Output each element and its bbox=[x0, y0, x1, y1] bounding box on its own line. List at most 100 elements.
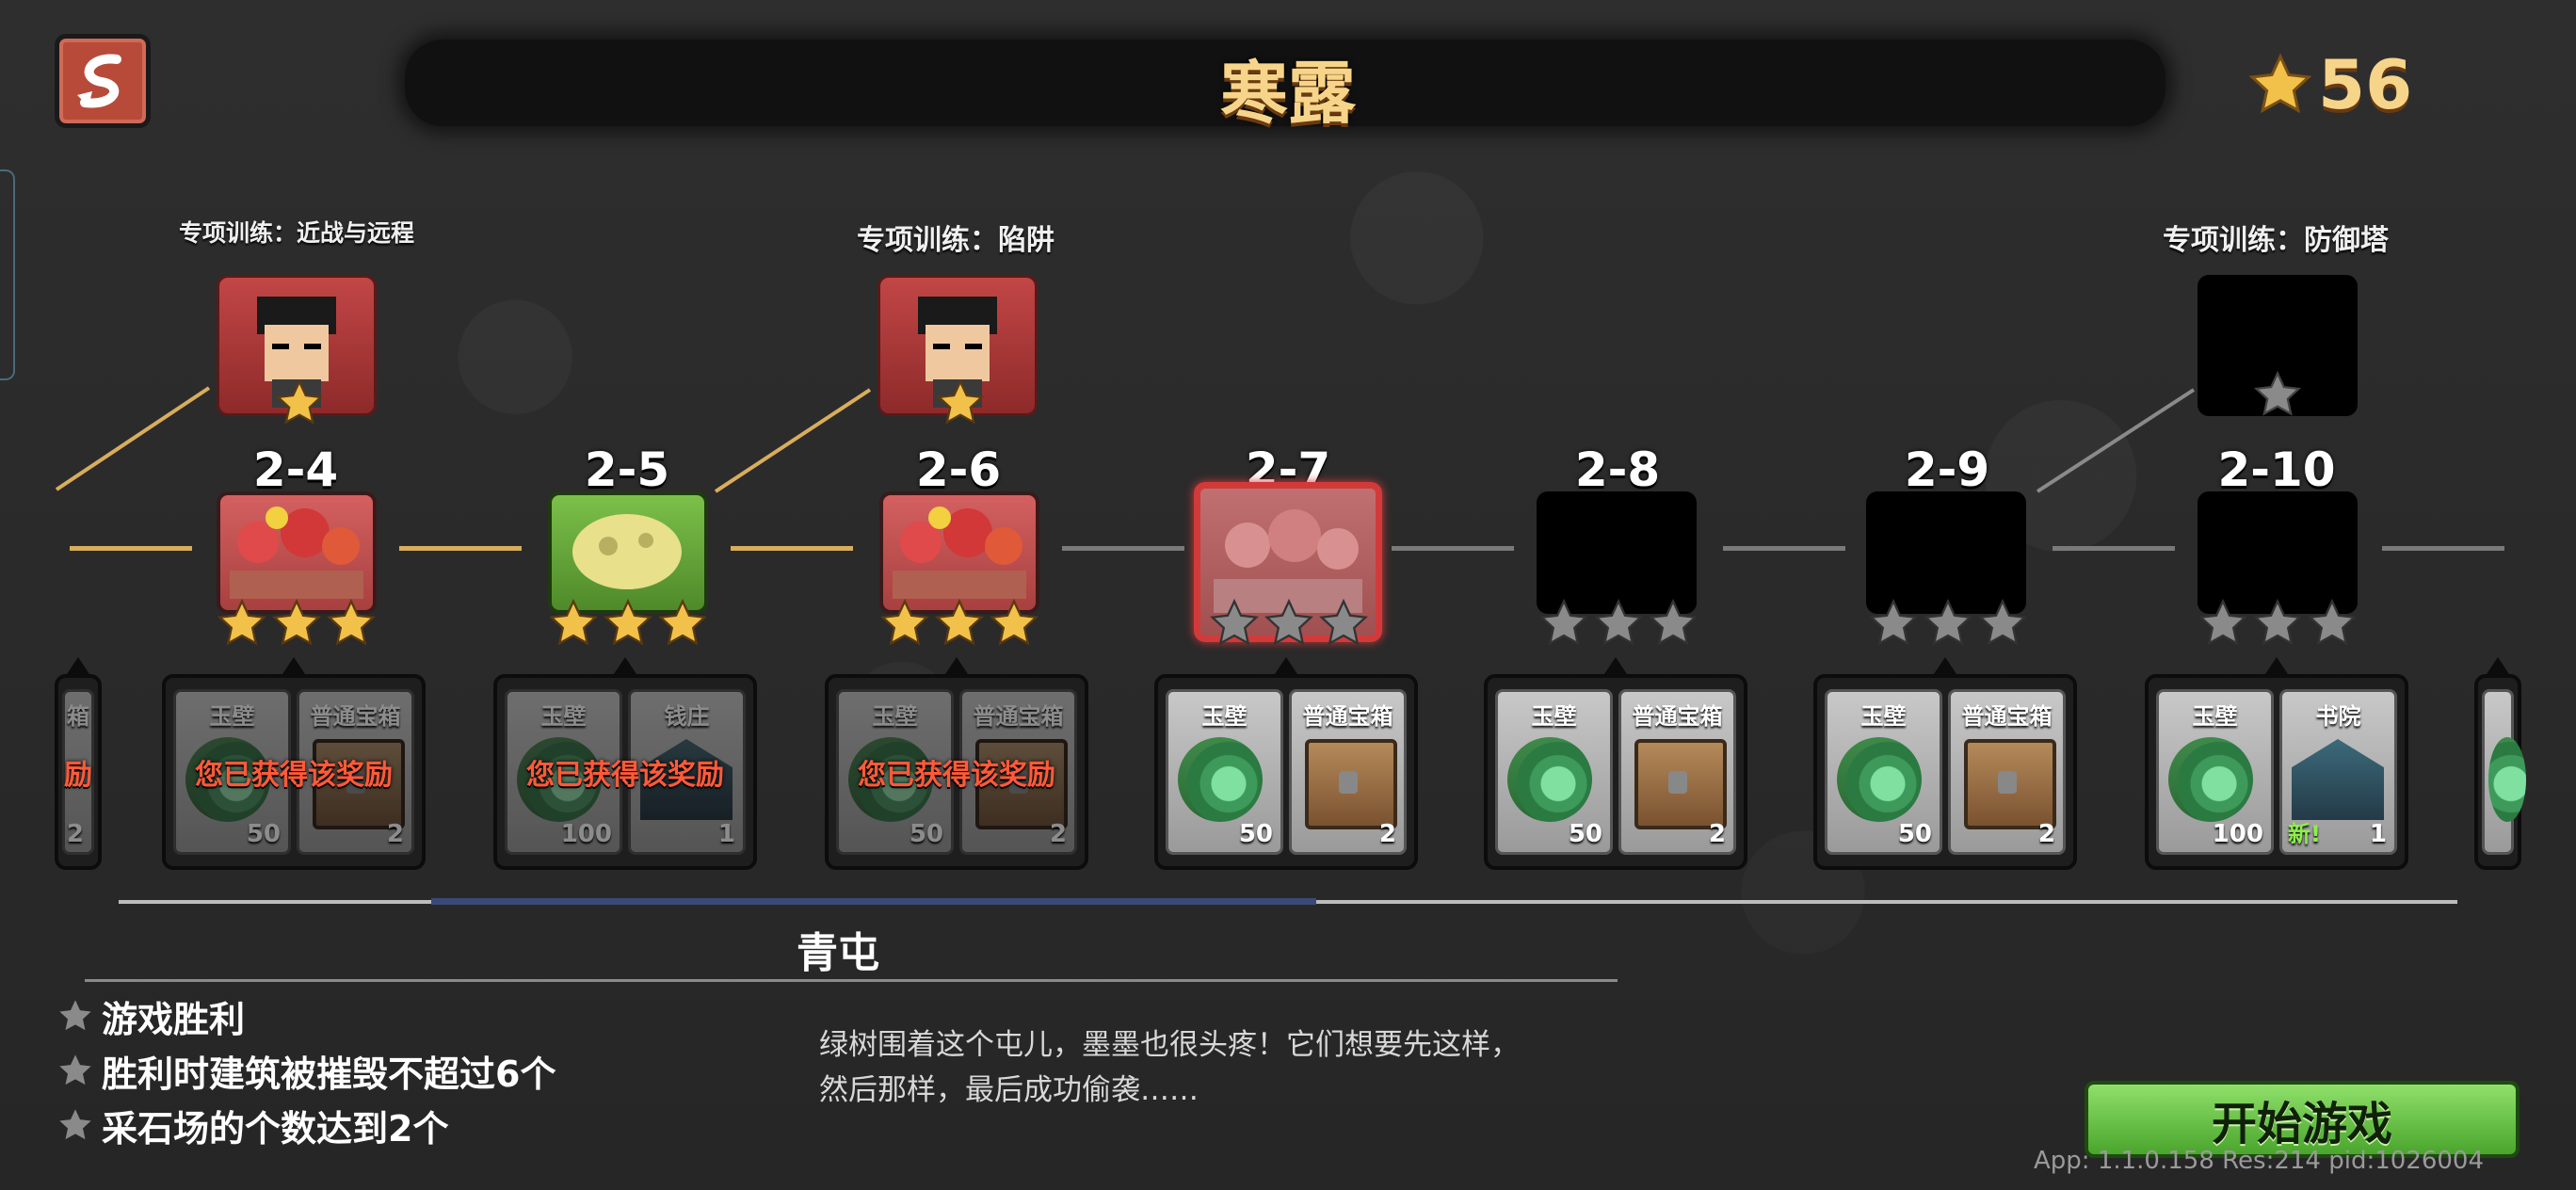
star-icon bbox=[275, 378, 324, 425]
objective-text: 采石场的个数达到2个 bbox=[102, 1107, 449, 1150]
star-gray-icon bbox=[1319, 598, 1368, 646]
reward-box-2-9[interactable]: 玉壁 50 普通宝箱 2 bbox=[1813, 657, 2077, 870]
academy-building-icon bbox=[2292, 739, 2384, 820]
objective-item: 胜利时建筑被摧毁不超过6个 bbox=[56, 1043, 555, 1098]
objective-text: 游戏胜利 bbox=[102, 998, 246, 1040]
training-node-trap[interactable] bbox=[877, 275, 1038, 425]
star-icon bbox=[272, 598, 321, 646]
reward-qty: 2 bbox=[1378, 820, 1396, 848]
level-number: 2-9 bbox=[1904, 442, 1990, 497]
reward-qty: 2 bbox=[1708, 820, 1726, 848]
jade-coin-icon bbox=[1837, 737, 1922, 822]
star-gray-icon bbox=[59, 1054, 91, 1085]
star-gray-icon bbox=[59, 1109, 91, 1140]
reward-label: 玉壁 bbox=[1860, 703, 1907, 730]
level-number: 2-8 bbox=[1574, 442, 1661, 497]
reward-slot-chest: 普通宝箱 2 bbox=[1618, 689, 1736, 855]
reward-label: 箱 bbox=[67, 703, 89, 730]
level-number: 2-10 bbox=[2217, 442, 2336, 497]
reward-qty: 50 bbox=[1238, 820, 1273, 848]
reward-slot-jade bbox=[2482, 689, 2526, 855]
reward-box-2-5[interactable]: 玉壁 100 钱庄 1 您已获得该奖励 bbox=[493, 657, 757, 870]
level-stars-2-9 bbox=[1859, 597, 2037, 648]
reward-box-partial-right[interactable] bbox=[2474, 657, 2526, 870]
star-gray-icon bbox=[1210, 598, 1259, 646]
reward-slot-jade: 玉壁 50 bbox=[1825, 689, 1942, 855]
reward-label: 玉壁 bbox=[1531, 703, 1577, 730]
star-gray-icon bbox=[2253, 370, 2302, 416]
training-node-melee[interactable] bbox=[217, 275, 377, 425]
reward-qty: 2 bbox=[1049, 820, 1067, 848]
star-gray-icon bbox=[2308, 598, 2357, 646]
star-icon bbox=[935, 598, 984, 646]
reward-qty: 1 bbox=[717, 820, 735, 848]
reward-label: 玉壁 bbox=[1201, 703, 1248, 730]
reward-slot-chest: 普通宝箱 2 bbox=[1948, 689, 2066, 855]
reward-box-2-6[interactable]: 玉壁 50 普通宝箱 2 您已获得该奖励 bbox=[825, 657, 1088, 870]
reward-slot-chest: 普通宝箱 2 bbox=[1289, 689, 1407, 855]
reward-box-2-4[interactable]: 玉壁 50 普通宝箱 2 您已获得该奖励 bbox=[162, 657, 426, 870]
reward-qty: 1 bbox=[2369, 820, 2387, 848]
level-node-2-9-locked[interactable] bbox=[1866, 491, 2026, 614]
reward-box-2-10[interactable]: 玉壁 100 书院 1 新! bbox=[2145, 657, 2408, 870]
reward-label: 玉壁 bbox=[2192, 703, 2238, 730]
reward-label: 普通宝箱 bbox=[1632, 703, 1723, 730]
objective-item: 游戏胜利 bbox=[56, 989, 555, 1043]
training-node-tower-locked[interactable] bbox=[2198, 275, 2358, 416]
reward-qty: 2 bbox=[66, 820, 84, 848]
level-description: 绿树围着这个屯儿，墨墨也很头疼！它们想要先这样， 然后那样，最后成功偷袭…… bbox=[819, 1022, 1666, 1113]
reward-label: 普通宝箱 bbox=[310, 703, 401, 730]
reward-label: 玉壁 bbox=[872, 703, 918, 730]
star-gray-icon bbox=[1978, 598, 2027, 646]
chapter-scroll-thumb[interactable] bbox=[431, 898, 1316, 905]
training-label-tower: 专项训练：防御塔 bbox=[2163, 224, 2389, 257]
reward-box-2-8[interactable]: 玉壁 50 普通宝箱 2 bbox=[1484, 657, 1747, 870]
star-icon bbox=[658, 598, 707, 646]
reward-slot-academy: 书院 1 新! bbox=[2279, 689, 2397, 855]
reward-box-partial[interactable]: 箱 2 励 bbox=[55, 657, 102, 870]
reward-label: 普通宝箱 bbox=[973, 703, 1064, 730]
star-gray-icon bbox=[2198, 598, 2247, 646]
objectives-list: 游戏胜利 胜利时建筑被摧毁不超过6个 采石场的个数达到2个 bbox=[56, 989, 555, 1152]
star-gray-icon bbox=[1924, 598, 1972, 646]
star-gray-icon bbox=[1869, 598, 1918, 646]
star-icon bbox=[936, 378, 985, 425]
reward-qty: 100 bbox=[2212, 820, 2263, 848]
app-version-info: App: 1.1.0.158 Res:214 pid:1026004 bbox=[2034, 1147, 2485, 1175]
reward-qty: 100 bbox=[560, 820, 612, 848]
reward-slot-jade: 玉壁 100 bbox=[2156, 689, 2274, 855]
jade-coin-icon bbox=[1507, 737, 1592, 822]
level-number: 2-6 bbox=[915, 442, 1002, 497]
level-stars-2-4 bbox=[207, 597, 386, 648]
level-node-2-8-locked[interactable] bbox=[1537, 491, 1697, 614]
forest-terrain-icon bbox=[230, 507, 363, 599]
level-node-2-10-locked[interactable] bbox=[2198, 491, 2358, 614]
training-label-trap: 专项训练：陷阱 bbox=[857, 224, 1055, 257]
reward-box-2-7[interactable]: 玉壁 50 普通宝箱 2 bbox=[1154, 657, 1418, 870]
divider bbox=[85, 979, 1618, 982]
star-icon bbox=[604, 598, 652, 646]
forest-terrain-icon bbox=[893, 507, 1026, 599]
reward-slot-jade: 玉壁 50 bbox=[1166, 689, 1283, 855]
objective-text: 胜利时建筑被摧毁不超过6个 bbox=[102, 1053, 556, 1095]
reward-label: 玉壁 bbox=[540, 703, 587, 730]
reward-qty: 50 bbox=[1897, 820, 1932, 848]
reward-qty: 50 bbox=[909, 820, 943, 848]
jade-coin-icon bbox=[2168, 737, 2253, 822]
level-node-2-6[interactable] bbox=[879, 491, 1039, 614]
objective-item: 采石场的个数达到2个 bbox=[56, 1098, 555, 1152]
star-icon bbox=[990, 598, 1038, 646]
star-gray-icon bbox=[1264, 598, 1313, 646]
star-icon bbox=[327, 598, 376, 646]
jade-coin-icon bbox=[1178, 737, 1263, 822]
claimed-message: 您已获得该奖励 bbox=[858, 759, 1055, 792]
level-stars-2-5 bbox=[539, 597, 717, 648]
new-badge: 新! bbox=[2288, 821, 2321, 847]
star-gray-icon bbox=[59, 1000, 91, 1031]
level-node-2-5[interactable] bbox=[548, 491, 708, 614]
level-stars-2-7 bbox=[1199, 597, 1378, 648]
description-line: 然后那样，最后成功偷袭…… bbox=[819, 1073, 1199, 1107]
reward-label: 玉壁 bbox=[209, 703, 255, 730]
reward-qty: 50 bbox=[246, 820, 281, 848]
level-node-2-4[interactable] bbox=[217, 491, 377, 614]
